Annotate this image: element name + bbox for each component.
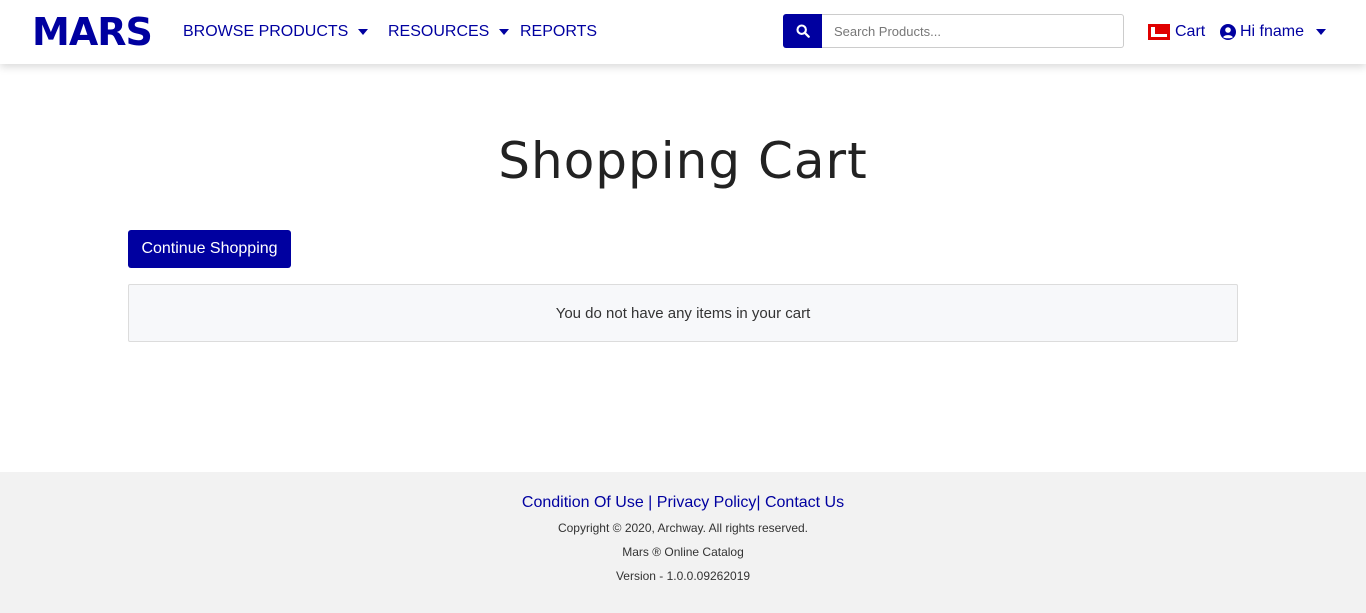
nav-browse-products[interactable]: BROWSE PRODUCTS xyxy=(183,21,369,43)
search-bar xyxy=(783,14,1124,48)
chevron-down-icon xyxy=(358,29,369,35)
catalog-text: Mars ® Online Catalog xyxy=(622,545,744,559)
footer-separator: | xyxy=(756,494,765,511)
nav-resources[interactable]: RESOURCES xyxy=(388,21,510,43)
cart-icon xyxy=(1148,24,1170,40)
search-input[interactable] xyxy=(822,14,1124,48)
chevron-down-icon xyxy=(1316,29,1327,35)
nav-browse-products-label: BROWSE PRODUCTS xyxy=(183,23,349,40)
footer-links: Condition Of Use | Privacy Policy| Conta… xyxy=(0,494,1366,512)
user-circle-icon xyxy=(1220,24,1236,40)
mars-logo[interactable]: MARS xyxy=(32,11,153,53)
empty-cart-text: You do not have any items in your cart xyxy=(555,304,811,322)
copyright-text: Copyright © 2020, Archway. All rights re… xyxy=(557,521,809,535)
empty-cart-message: You do not have any items in your cart xyxy=(128,284,1238,342)
footer: Condition Of Use | Privacy Policy| Conta… xyxy=(0,472,1366,613)
version-text: Version - 1.0.0.09262019 xyxy=(615,569,751,583)
search-button[interactable] xyxy=(783,14,822,48)
cart-link[interactable]: Cart xyxy=(1148,21,1205,43)
top-header: MARS BROWSE PRODUCTS RESOURCES REPORTS C… xyxy=(0,0,1366,64)
condition-of-use-link[interactable]: Condition Of Use xyxy=(522,494,644,511)
continue-shopping-button[interactable]: Continue Shopping xyxy=(128,230,291,268)
search-icon xyxy=(795,24,810,38)
contact-us-link[interactable]: Contact Us xyxy=(765,494,844,511)
chevron-down-icon xyxy=(499,29,510,35)
privacy-policy-link[interactable]: Privacy Policy xyxy=(657,494,757,511)
user-menu[interactable]: Hi fname xyxy=(1220,21,1327,43)
page-title: Shopping Cart xyxy=(498,132,868,190)
footer-separator: | xyxy=(643,494,657,511)
nav-resources-label: RESOURCES xyxy=(388,23,490,40)
nav-reports[interactable]: REPORTS xyxy=(520,21,597,43)
user-greeting: Hi fname xyxy=(1240,23,1305,40)
cart-label: Cart xyxy=(1175,23,1206,40)
nav-reports-label: REPORTS xyxy=(520,23,598,40)
